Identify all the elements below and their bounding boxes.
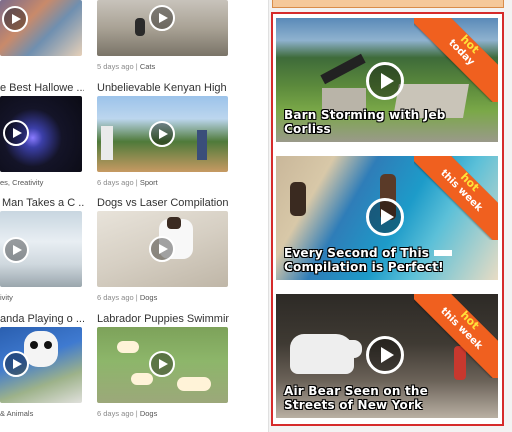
video-thumbnail[interactable] bbox=[97, 0, 228, 56]
video-title[interactable]: anda Playing o ... bbox=[0, 313, 84, 325]
hot-ribbon: hot today bbox=[414, 18, 498, 102]
play-icon bbox=[366, 198, 404, 236]
video-thumbnail[interactable] bbox=[0, 211, 82, 287]
video-title[interactable]: Man Takes a C ... bbox=[2, 197, 84, 209]
hot-video-card[interactable]: hot today Barn Storming with Jeb Corliss bbox=[276, 18, 498, 142]
video-meta: 6 days ago | Dogs bbox=[97, 409, 158, 418]
video-thumbnail[interactable] bbox=[0, 96, 82, 172]
hot-video-caption: Every Second of This Compilation is Perf… bbox=[284, 246, 444, 274]
sidebar-top-widget bbox=[272, 0, 504, 8]
play-icon bbox=[3, 120, 29, 146]
play-icon bbox=[149, 236, 175, 262]
play-icon bbox=[149, 121, 175, 147]
video-title[interactable]: e Best Hallowe ... bbox=[0, 82, 84, 94]
category-link[interactable]: Dogs bbox=[140, 293, 158, 302]
video-meta: & Animals bbox=[0, 409, 33, 418]
category-link[interactable]: Sport bbox=[140, 178, 158, 187]
video-title[interactable]: Unbelievable Kenyan High ... bbox=[97, 82, 229, 94]
video-meta: 6 days ago | Dogs bbox=[97, 293, 158, 302]
category-link[interactable]: Cats bbox=[140, 62, 155, 71]
video-thumbnail[interactable] bbox=[97, 96, 228, 172]
play-icon bbox=[366, 336, 404, 374]
category-link[interactable]: Dogs bbox=[140, 409, 158, 418]
video-title[interactable]: Labrador Puppies Swimming bbox=[97, 313, 229, 325]
hot-video-caption: Barn Storming with Jeb Corliss bbox=[284, 108, 446, 136]
play-icon bbox=[3, 351, 29, 377]
play-icon bbox=[149, 351, 175, 377]
video-thumbnail[interactable] bbox=[97, 211, 228, 287]
play-icon bbox=[366, 62, 404, 100]
hot-video-card[interactable]: hot this week Air Bear Seen on the Street… bbox=[276, 294, 498, 418]
play-icon bbox=[149, 5, 175, 31]
video-meta: 6 days ago | Sport bbox=[97, 178, 158, 187]
hot-video-caption: Air Bear Seen on the Streets of New York bbox=[284, 384, 428, 412]
video-meta: es, Creativity bbox=[0, 178, 43, 187]
video-thumbnail[interactable] bbox=[0, 0, 82, 56]
category-link[interactable]: ivity bbox=[0, 293, 13, 302]
play-icon bbox=[2, 6, 28, 32]
video-meta: ivity bbox=[0, 293, 13, 302]
hot-video-card[interactable]: hot this week Every Second of This Compil… bbox=[276, 156, 498, 280]
category-link[interactable]: es, Creativity bbox=[0, 178, 43, 187]
video-meta: 5 days ago | Cats bbox=[97, 62, 156, 71]
category-link[interactable]: & Animals bbox=[0, 409, 33, 418]
play-icon bbox=[3, 237, 29, 263]
hot-ribbon: hot this week bbox=[414, 156, 498, 240]
video-thumbnail[interactable] bbox=[97, 327, 228, 403]
video-title[interactable]: Dogs vs Laser Compilation bbox=[97, 197, 229, 209]
hot-ribbon: hot this week bbox=[414, 294, 498, 378]
video-thumbnail[interactable] bbox=[0, 327, 82, 403]
